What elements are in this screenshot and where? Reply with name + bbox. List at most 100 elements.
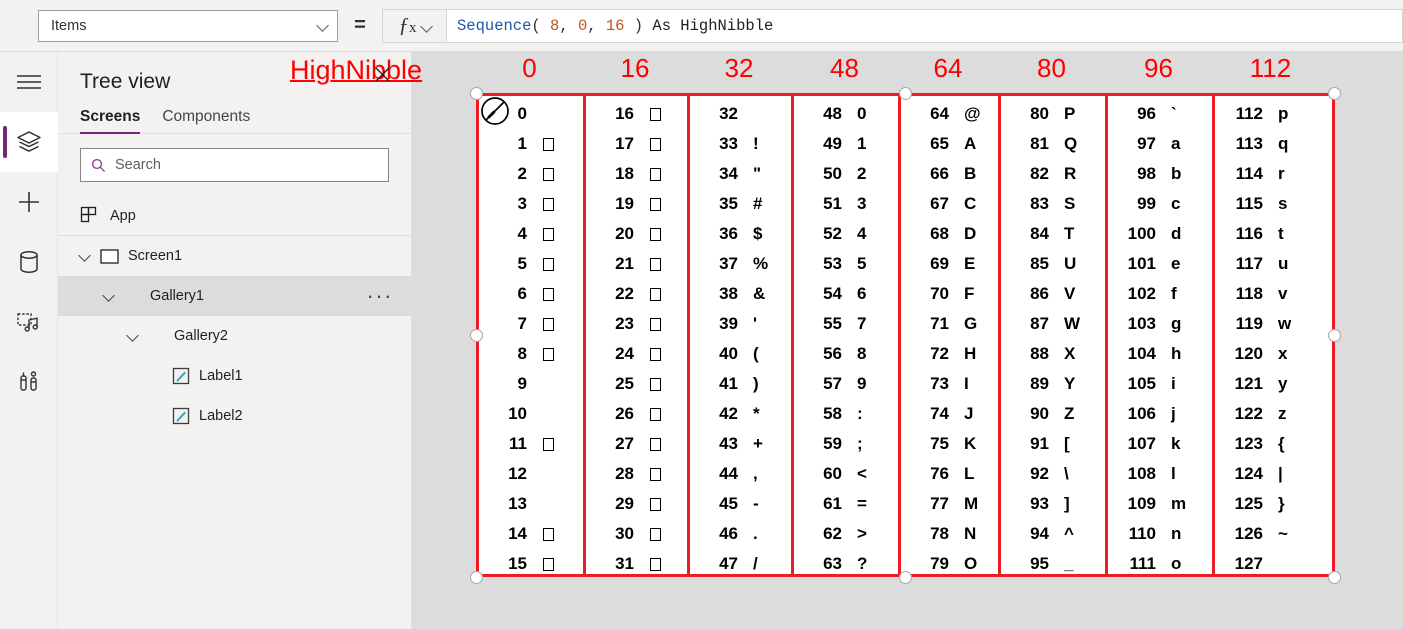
grid-row[interactable]: 101 e	[1108, 249, 1212, 279]
tree-item-label1[interactable]: Label1	[58, 356, 411, 396]
grid-row[interactable]: 15	[479, 549, 583, 579]
selection-handle-middle-left[interactable]	[470, 329, 483, 342]
grid-row[interactable]: 83 S	[1001, 189, 1105, 219]
grid-column-64[interactable]: 64 @65 A 66 B 67 C 68 D 69 E 70 F 71 G 72 H 73 I 74 J 75 K 76 L 7…	[901, 96, 1001, 574]
grid-row[interactable]: 116 t	[1215, 219, 1332, 249]
grid-row[interactable]: 122 z	[1215, 399, 1332, 429]
hamburger-menu-icon[interactable]	[0, 52, 58, 112]
grid-row[interactable]: 16	[586, 99, 687, 129]
grid-row[interactable]: 64 @	[901, 99, 998, 129]
grid-row[interactable]: 27	[586, 429, 687, 459]
grid-row[interactable]: 114 r	[1215, 159, 1332, 189]
grid-row[interactable]: 47 /	[690, 549, 791, 579]
grid-row[interactable]: 28	[586, 459, 687, 489]
tab-components[interactable]: Components	[162, 108, 250, 133]
grid-row[interactable]: 22	[586, 279, 687, 309]
grid-row[interactable]: 119 w	[1215, 309, 1332, 339]
grid-row[interactable]: 98 b	[1108, 159, 1212, 189]
tree-item-gallery1[interactable]: Gallery1 ···	[58, 276, 411, 316]
grid-row[interactable]: 42 *	[690, 399, 791, 429]
grid-row[interactable]: 13	[479, 489, 583, 519]
selection-handle-bottom-left[interactable]	[470, 571, 483, 584]
selection-handle-top-right[interactable]	[1328, 87, 1341, 100]
grid-row[interactable]: 3	[479, 189, 583, 219]
tree-item-label2[interactable]: Label2	[58, 396, 411, 436]
grid-row[interactable]: 65 A	[901, 129, 998, 159]
property-select[interactable]: Items	[38, 9, 338, 42]
tree-item-screen1[interactable]: Screen1	[58, 236, 411, 276]
grid-row[interactable]: 100 d	[1108, 219, 1212, 249]
grid-row[interactable]: 127	[1215, 549, 1332, 579]
insert-add-icon[interactable]	[0, 172, 58, 232]
grid-row[interactable]: 89 Y	[1001, 369, 1105, 399]
grid-row[interactable]: 40 (	[690, 339, 791, 369]
grid-row[interactable]: 123 {	[1215, 429, 1332, 459]
tools-settings-icon[interactable]	[0, 352, 58, 412]
grid-row[interactable]: 35 #	[690, 189, 791, 219]
grid-row[interactable]: 61 =	[794, 489, 898, 519]
grid-row[interactable]: 50 2	[794, 159, 898, 189]
grid-row[interactable]: 30	[586, 519, 687, 549]
grid-row[interactable]: 33!	[690, 129, 791, 159]
grid-row[interactable]: 78 N	[901, 519, 998, 549]
grid-row[interactable]: 125}	[1215, 489, 1332, 519]
grid-row[interactable]: 126 ~	[1215, 519, 1332, 549]
grid-row[interactable]: 29	[586, 489, 687, 519]
grid-row[interactable]: 68 D	[901, 219, 998, 249]
grid-row[interactable]: 115 s	[1215, 189, 1332, 219]
grid-row[interactable]: 118 v	[1215, 279, 1332, 309]
sidebar-item-tree-view[interactable]	[0, 112, 58, 172]
grid-row[interactable]: 94 ^	[1001, 519, 1105, 549]
grid-row[interactable]: 56 8	[794, 339, 898, 369]
expand-collapse-caret-icon[interactable]	[122, 330, 144, 343]
grid-row[interactable]: 76 L	[901, 459, 998, 489]
grid-row[interactable]: 72 H	[901, 339, 998, 369]
grid-row[interactable]: 52 4	[794, 219, 898, 249]
grid-row[interactable]: 10	[479, 399, 583, 429]
tab-screens[interactable]: Screens	[80, 108, 141, 134]
grid-row[interactable]: 20	[586, 219, 687, 249]
grid-row[interactable]: 26	[586, 399, 687, 429]
grid-column-16[interactable]: 16 17 18 19 20 21 22 23 24 25 26 27 28 29 30 31	[586, 96, 690, 574]
grid-row[interactable]: 62 >	[794, 519, 898, 549]
grid-row[interactable]: 91 [	[1001, 429, 1105, 459]
data-database-icon[interactable]	[0, 232, 58, 292]
grid-row[interactable]: 4	[479, 219, 583, 249]
grid-row[interactable]: 2	[479, 159, 583, 189]
gallery-grid[interactable]: 0 1 2 3 4 5 6 7 8 9 10 11 12 13 14 15 16 17 18 19 20 21 22 23 24…	[476, 93, 1335, 577]
grid-row[interactable]: 19	[586, 189, 687, 219]
grid-row[interactable]: 75 K	[901, 429, 998, 459]
grid-row[interactable]: 121 y	[1215, 369, 1332, 399]
grid-row[interactable]: 59;	[794, 429, 898, 459]
grid-row[interactable]: 41)	[690, 369, 791, 399]
grid-row[interactable]: 51 3	[794, 189, 898, 219]
grid-column-80[interactable]: 80 P 81 Q 82 R 83 S 84 T 85 U 86 V 87 W 88 X 89 Y 90 Z 91[92 \ 9…	[1001, 96, 1108, 574]
grid-row[interactable]: 31	[586, 549, 687, 579]
grid-row[interactable]: 73 I	[901, 369, 998, 399]
grid-row[interactable]: 38 &	[690, 279, 791, 309]
grid-row[interactable]: 110 n	[1108, 519, 1212, 549]
grid-row[interactable]: 57 9	[794, 369, 898, 399]
grid-row[interactable]: 80 P	[1001, 99, 1105, 129]
grid-row[interactable]: 23	[586, 309, 687, 339]
grid-row[interactable]: 97 a	[1108, 129, 1212, 159]
grid-row[interactable]: 60 <	[794, 459, 898, 489]
grid-row[interactable]: 106 j	[1108, 399, 1212, 429]
grid-row[interactable]: 88 X	[1001, 339, 1105, 369]
grid-row[interactable]: 34 "	[690, 159, 791, 189]
grid-row[interactable]: 104 h	[1108, 339, 1212, 369]
grid-row[interactable]: 24	[586, 339, 687, 369]
media-icon[interactable]	[0, 292, 58, 352]
grid-row[interactable]: 58:	[794, 399, 898, 429]
grid-row[interactable]: 1	[479, 129, 583, 159]
grid-row[interactable]: 99 c	[1108, 189, 1212, 219]
grid-row[interactable]: 55 7	[794, 309, 898, 339]
grid-row[interactable]: 84 T	[1001, 219, 1105, 249]
grid-column-96[interactable]: 96 ` 97 a 98 b 99 c 100 d 101 e 102 f 103 g 104 h 105 i 106 j…	[1108, 96, 1215, 574]
grid-row[interactable]: 48 0	[794, 99, 898, 129]
grid-row[interactable]: 86 V	[1001, 279, 1105, 309]
formula-input[interactable]: Sequence( 8, 0, 16 ) As HighNibble	[446, 8, 1403, 43]
grid-row[interactable]: 36 $	[690, 219, 791, 249]
grid-row[interactable]: 46.	[690, 519, 791, 549]
expand-collapse-caret-icon[interactable]	[98, 290, 120, 303]
